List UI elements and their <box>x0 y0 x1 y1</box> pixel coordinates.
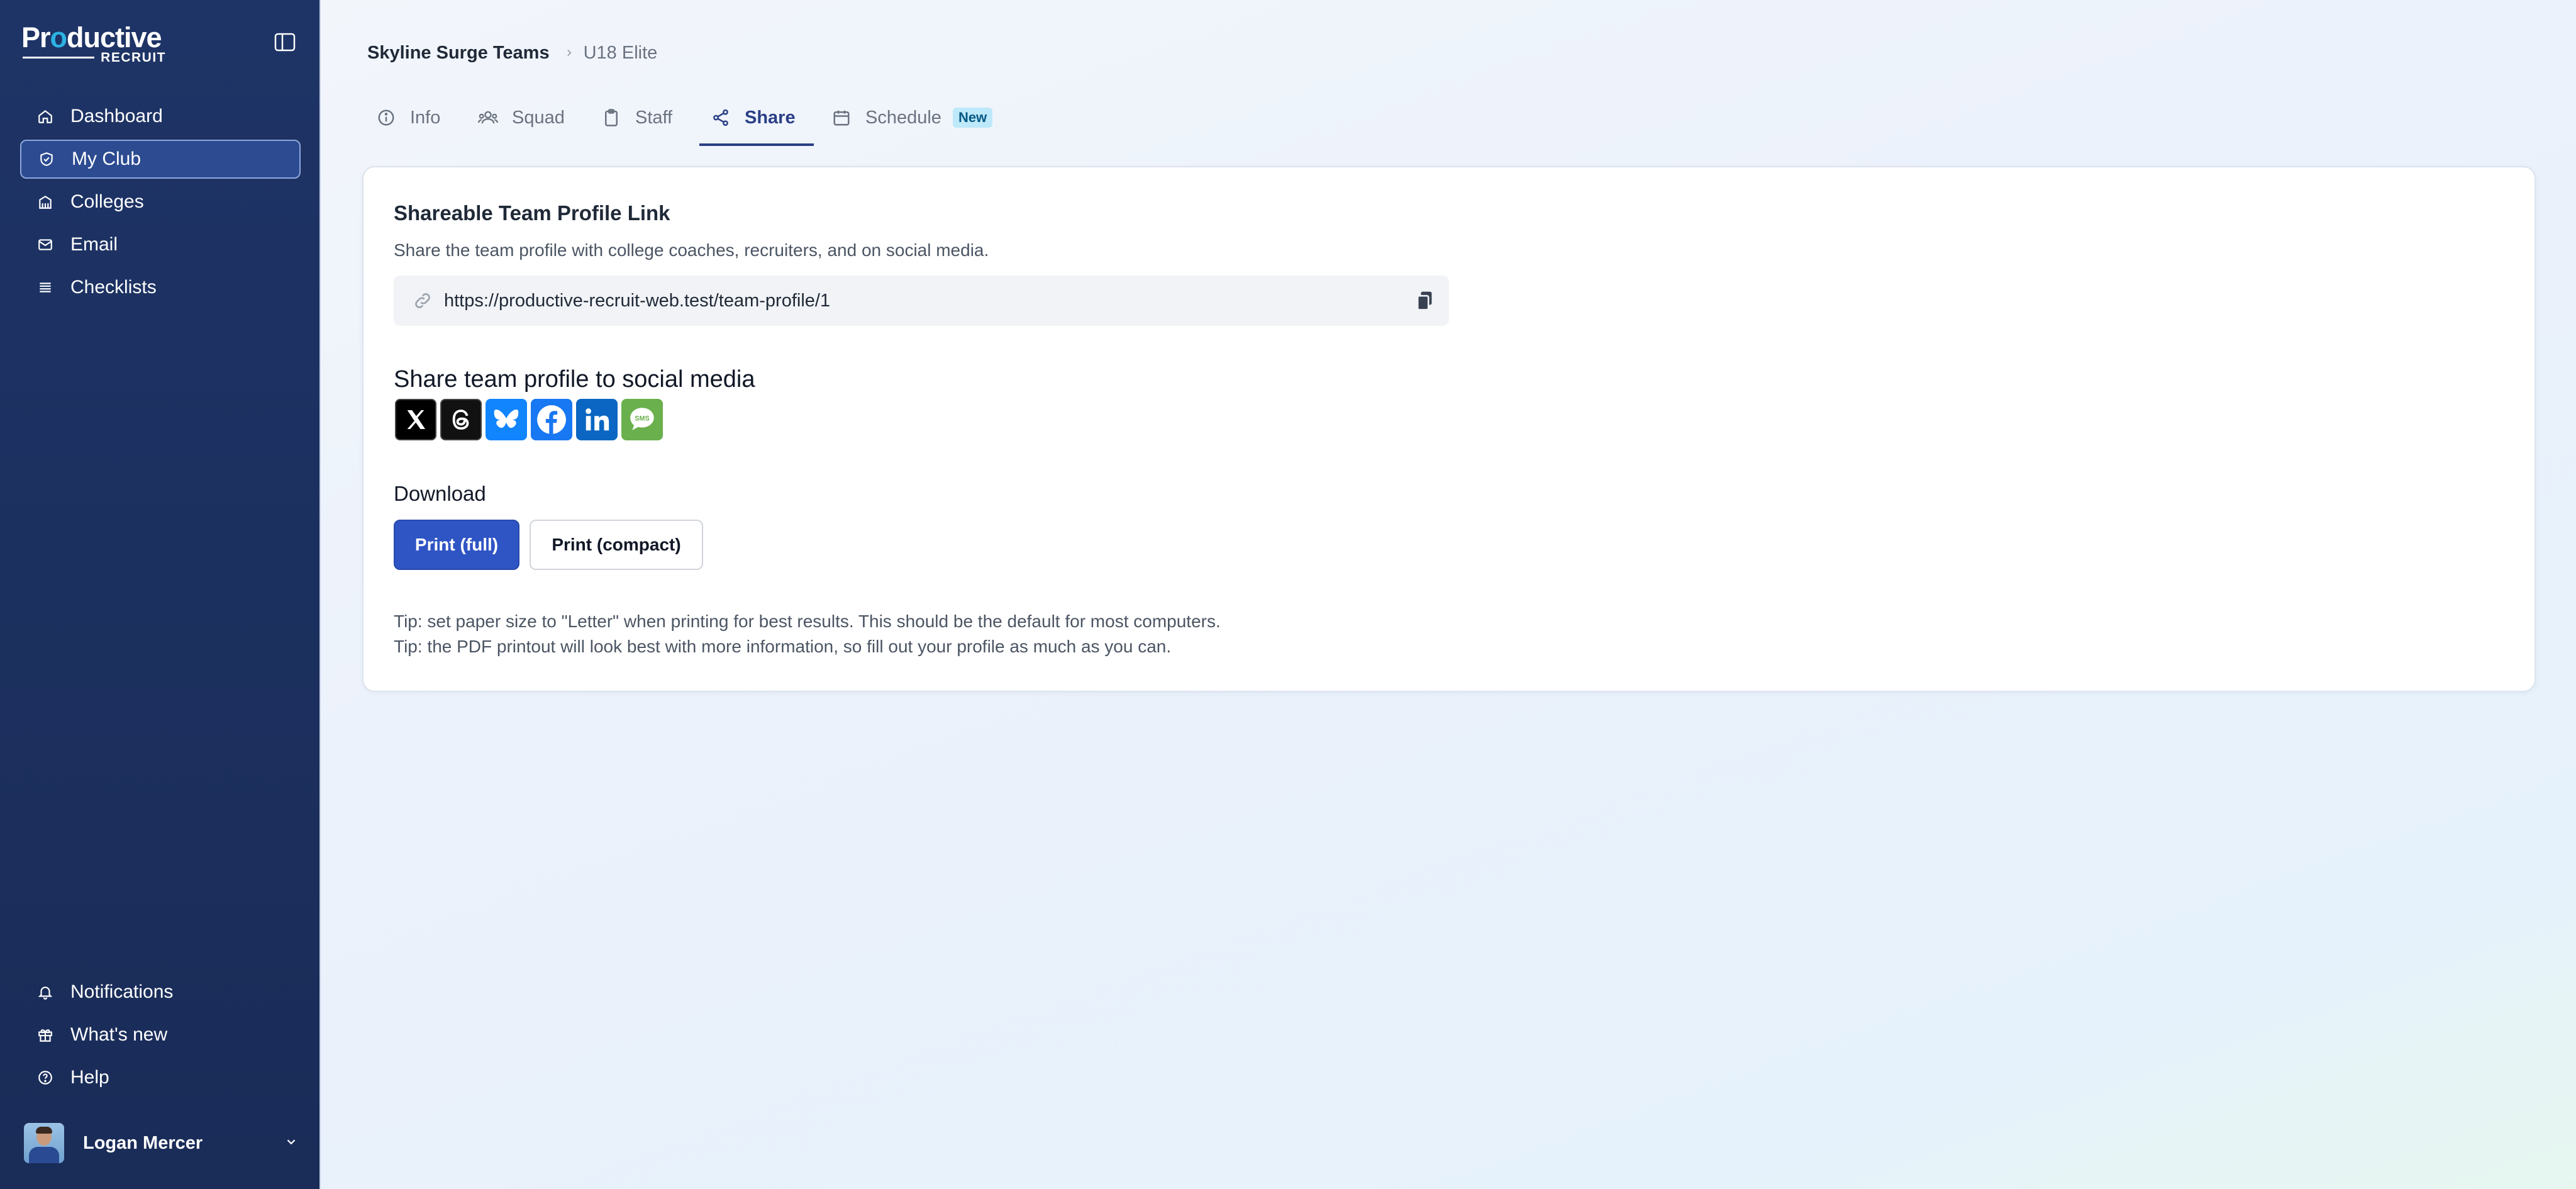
tab-schedule[interactable]: Schedule New <box>831 89 993 146</box>
info-icon <box>376 108 396 128</box>
user-menu[interactable]: Logan Mercer <box>24 1122 301 1164</box>
sidebar-item-label: Checklists <box>70 277 157 298</box>
sidebar-item-label: Dashboard <box>70 106 163 126</box>
sidebar-item-email[interactable]: Email <box>20 225 301 264</box>
social-share-buttons: SMS <box>395 399 663 440</box>
bluesky-icon[interactable] <box>486 399 527 440</box>
clipboard-icon <box>601 108 621 128</box>
linkedin-icon[interactable] <box>576 399 618 440</box>
chevron-right-icon <box>564 47 575 59</box>
user-name: Logan Mercer <box>83 1132 203 1153</box>
sidebar-item-dashboard[interactable]: Dashboard <box>20 97 301 136</box>
sidebar-toggle-icon <box>274 33 296 52</box>
sidebar-item-my-club[interactable]: My Club <box>20 140 301 179</box>
tab-share[interactable]: Share <box>711 89 796 146</box>
tab-staff[interactable]: Staff <box>601 89 672 146</box>
sms-icon[interactable]: SMS <box>621 399 663 440</box>
profile-link-url: https://productive-recruit-web.test/team… <box>444 290 831 311</box>
team-tabs: Info Squad Staff Share Schedule New <box>367 89 1028 147</box>
tab-label: Staff <box>635 107 673 128</box>
facebook-icon[interactable] <box>531 399 572 440</box>
download-section-title: Download <box>394 482 486 505</box>
sidebar-item-label: Notifications <box>70 981 174 1002</box>
active-tab-indicator <box>699 143 814 146</box>
sidebar-item-checklists[interactable]: Checklists <box>20 268 301 307</box>
shield-icon <box>38 150 55 168</box>
gift-icon <box>36 1026 54 1044</box>
link-section-title: Shareable Team Profile Link <box>394 201 670 225</box>
link-section-description: Share the team profile with college coac… <box>394 240 989 260</box>
mail-icon <box>36 236 54 254</box>
link-icon <box>413 291 435 311</box>
sidebar-item-notifications[interactable]: Notifications <box>20 973 301 1012</box>
bell-icon <box>36 983 54 1001</box>
breadcrumb-current: U18 Elite <box>583 42 658 63</box>
productive-recruit-logo[interactable]: Productive RECRUIT <box>21 23 166 65</box>
print-full-button[interactable]: Print (full) <box>394 520 519 570</box>
sidebar-item-label: What's new <box>70 1024 168 1045</box>
share-card: Shareable Team Profile Link Share the te… <box>362 166 2536 692</box>
tip-paper-size: Tip: set paper size to "Letter" when pri… <box>394 611 1221 631</box>
copy-icon[interactable] <box>1413 288 1438 313</box>
sidebar-item-label: Help <box>70 1067 109 1088</box>
list-icon <box>36 279 54 296</box>
sidebar-item-label: Colleges <box>70 191 144 212</box>
breadcrumb-parent-link[interactable]: Skyline Surge Teams <box>367 43 550 64</box>
tip-profile-info: Tip: the PDF printout will look best wit… <box>394 637 1172 656</box>
users-icon <box>478 108 498 128</box>
sidebar-item-help[interactable]: Help <box>20 1058 301 1097</box>
tab-label: Schedule <box>865 107 941 128</box>
sidebar-item-colleges[interactable]: Colleges <box>20 182 301 221</box>
tab-label: Share <box>745 107 796 128</box>
building-icon <box>36 193 54 211</box>
tab-label: Info <box>410 107 441 128</box>
calendar-icon <box>831 108 852 128</box>
threads-icon[interactable] <box>440 399 482 440</box>
social-section-title: Share team profile to social media <box>394 366 755 393</box>
help-circle-icon <box>36 1069 54 1086</box>
new-badge: New <box>952 108 993 128</box>
share-icon <box>711 108 731 128</box>
svg-text:SMS: SMS <box>635 415 649 423</box>
print-compact-button[interactable]: Print (compact) <box>530 520 703 570</box>
tab-squad[interactable]: Squad <box>478 89 565 146</box>
avatar <box>24 1123 64 1163</box>
tab-label: Squad <box>512 107 565 128</box>
x-icon[interactable] <box>395 399 436 440</box>
sidebar-item-whats-new[interactable]: What's new <box>20 1015 301 1054</box>
sidebar-item-label: My Club <box>72 148 142 169</box>
profile-link-field[interactable]: https://productive-recruit-web.test/team… <box>394 276 1449 326</box>
logo-subtitle: RECRUIT <box>101 50 166 65</box>
sidebar-item-label: Email <box>70 234 118 255</box>
tab-info[interactable]: Info <box>376 89 440 146</box>
chevron-down-icon <box>284 1135 298 1152</box>
home-icon <box>36 108 54 125</box>
breadcrumb: Skyline Surge Teams U18 Elite <box>367 40 657 65</box>
sidebar: Productive RECRUIT Dashboard My Club Col… <box>0 0 321 1189</box>
sidebar-toggle-button[interactable] <box>273 30 297 54</box>
